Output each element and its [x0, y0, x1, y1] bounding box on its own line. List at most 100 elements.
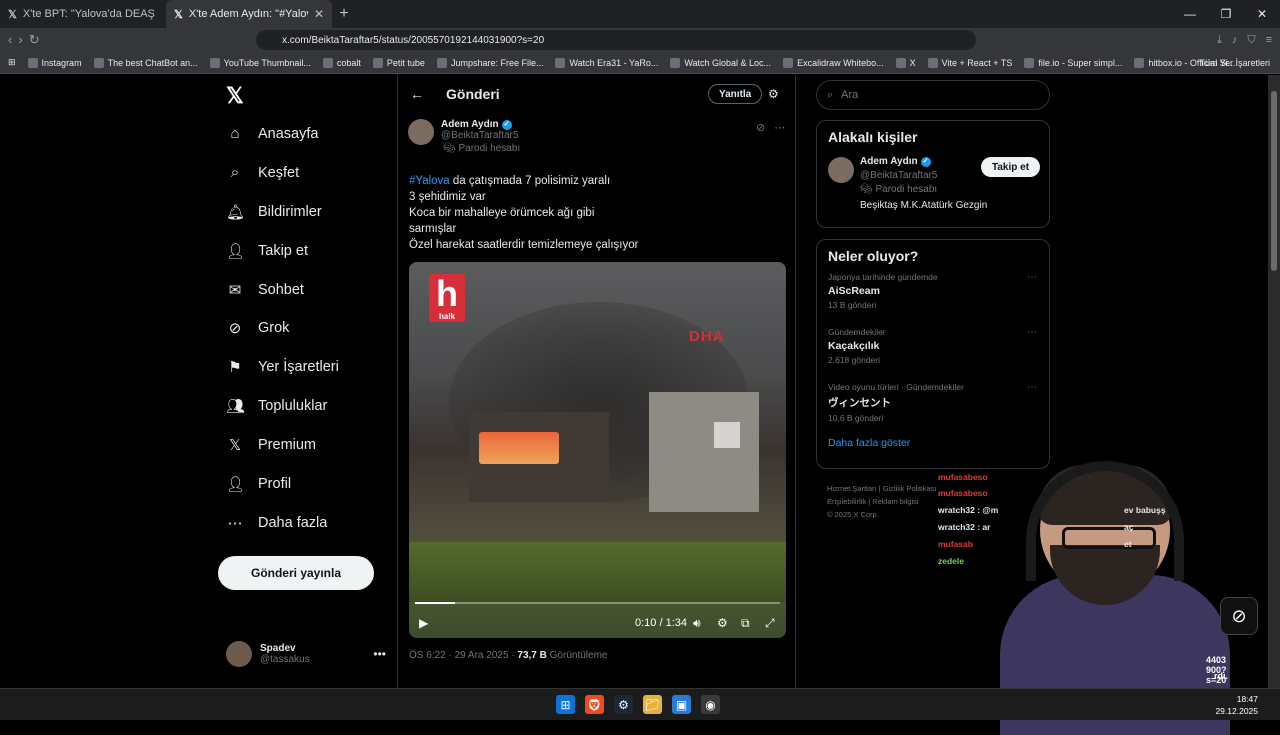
footer-link[interactable]: Erişilebilirlik — [827, 497, 866, 506]
fullscreen-icon[interactable]: ⤢ — [765, 616, 775, 631]
bookmark-item[interactable]: X — [895, 57, 916, 68]
music-icon[interactable]: ♪ — [1232, 34, 1238, 47]
page-title: Gönderi — [446, 86, 500, 102]
close-tab-icon[interactable]: ✕ — [314, 7, 324, 21]
pip-icon[interactable]: ⧉ — [741, 616, 750, 631]
brave-browser-icon[interactable]: 🦁︎ — [585, 695, 604, 714]
browser-nav: ‹ › ↻ — [0, 32, 250, 48]
follow-button[interactable]: Takip et — [981, 157, 1041, 177]
bookmark-item[interactable]: cobalt — [322, 57, 361, 68]
settings-icon[interactable]: ⚙ — [717, 616, 728, 630]
account-switcher[interactable]: Spadev @tassakus ••• — [226, 641, 386, 667]
file-explorer-icon[interactable]: 📁︎ — [643, 695, 662, 714]
video-progress-fill — [415, 602, 456, 604]
bookmark-item[interactable]: Petit tube — [372, 57, 425, 68]
bookmark-item[interactable]: Instagram — [27, 57, 82, 68]
bookmark-item[interactable]: file.io - Super simpl... — [1024, 57, 1122, 68]
nav-more[interactable]: ⋯ Daha fazla — [226, 514, 328, 532]
nav-profile[interactable]: 👤︎ Profil — [226, 475, 291, 493]
more-icon[interactable]: ⋯ — [1027, 327, 1037, 338]
author-name[interactable]: Adem Aydın ✓ — [441, 119, 520, 130]
avatar — [226, 641, 252, 667]
profile-icon: 👤︎ — [226, 476, 246, 493]
new-tab-button[interactable]: + — [332, 5, 356, 23]
grok-icon[interactable]: ⊘ — [756, 121, 765, 134]
related-title: Alakalı kişiler — [828, 129, 918, 145]
nav-bookmarks[interactable]: ⚑ Yer İşaretleri — [226, 358, 339, 376]
control-panel-icon[interactable]: ▣ — [672, 695, 691, 714]
avatar — [828, 157, 854, 183]
bookmark-item[interactable]: The best ChatBot an... — [93, 57, 198, 68]
trends-title: Neler oluyor? — [828, 248, 919, 264]
tab-title: X'te Adem Aydın: "#Yalova da ça — [188, 8, 308, 20]
bookmark-item[interactable]: Watch Era31 - YaRo... — [555, 57, 658, 68]
close-window-button[interactable]: ✕ — [1244, 0, 1280, 28]
trend-item[interactable]: Gündemdekiler Kaçakçılık 2.618 gönderi ⋯ — [817, 327, 1049, 382]
stream-overlay: mufasabeso mufasabeso wratch32 : @m wrat… — [930, 455, 1258, 735]
nav-premium[interactable]: 𝕏 Premium — [226, 436, 316, 454]
footer-link[interactable]: Hizmet Şartları — [827, 484, 877, 493]
browser-tab-2[interactable]: 𝕏 X'te Adem Aydın: "#Yalova da ça ✕ — [166, 0, 332, 28]
bookmark-item[interactable]: YouTube Thumbnail... — [209, 57, 311, 68]
mask-icon: 🎭︎ — [860, 184, 876, 195]
nav-chat[interactable]: ✉ Sohbet — [226, 281, 304, 299]
back-arrow-icon[interactable]: ← — [410, 86, 424, 102]
nav-communities[interactable]: 👥︎ Topluluklar — [226, 397, 327, 415]
steam-icon[interactable]: ⚙ — [614, 695, 633, 714]
back-icon[interactable]: ‹ — [8, 32, 12, 48]
parody-label: 🎭︎ Parodi hesabı — [443, 143, 521, 154]
shield-icon[interactable]: ⛉ — [1247, 34, 1255, 47]
minimize-button[interactable]: — — [1172, 0, 1208, 28]
video-player[interactable]: h halk DHA ▶ 0:10 / 1:34 🔊︎ ⚙ ⧉ ⤢ — [409, 262, 786, 638]
show-more-link[interactable]: Daha fazla göster — [817, 437, 1049, 449]
download-icon[interactable]: ⤓ — [1217, 34, 1222, 47]
bookmark-item[interactable]: Vite + React + TS — [927, 57, 1012, 68]
more-icon[interactable]: ⋯ — [1027, 272, 1037, 283]
footer-link[interactable]: Reklam bilgisi — [872, 497, 918, 506]
bookmark-item[interactable]: Jumpshare: Free File... — [436, 57, 543, 68]
volume-icon[interactable]: 🔊︎ — [693, 616, 701, 631]
nav-notifications[interactable]: 🔔︎ Bildirimler — [226, 203, 322, 221]
all-bookmarks[interactable]: Tüm Yer İşaretleri — [1199, 58, 1270, 68]
forward-icon[interactable]: › — [18, 32, 22, 48]
related-bio: Beşiktaş M.K.Atatürk Gezgin — [860, 200, 988, 211]
related-person[interactable]: Adem Aydın ✓ @BeiktaTaraftar5 🎭︎ Parodi h… — [817, 153, 1049, 217]
windows-start-icon[interactable]: ⊞ — [556, 695, 575, 714]
scrollbar[interactable] — [1268, 75, 1280, 688]
x-logo-icon[interactable]: 𝕏 — [226, 83, 244, 109]
grok-icon[interactable]: ⊘ — [1220, 597, 1258, 635]
browser-tab-1[interactable]: 𝕏 X'te BPT: "Yalova'da DEAŞ operasyon" — [0, 0, 166, 28]
nav-home[interactable]: ⌂ Anasayfa — [226, 125, 318, 142]
author-avatar[interactable] — [408, 119, 434, 145]
more-icon[interactable]: ••• — [373, 647, 386, 661]
nav-follow[interactable]: 👤︎ Takip et — [226, 242, 308, 260]
maximize-button[interactable]: ❐ — [1208, 0, 1244, 28]
chat-line: mufasab — [938, 539, 973, 549]
chat-line: aç — [1124, 522, 1134, 532]
play-icon[interactable]: ▶ — [419, 616, 428, 630]
video-progress-bar[interactable] — [415, 602, 780, 604]
trend-item[interactable]: Video oyunu türleri · Gündemdekiler ヴィンセ… — [817, 382, 1049, 437]
footer-link[interactable]: Gizlilik Politikası — [883, 484, 937, 493]
apps-icon[interactable]: ⊞ — [8, 57, 16, 68]
nav-explore[interactable]: ⌕ Keşfet — [226, 164, 299, 181]
reload-icon[interactable]: ↻ — [29, 32, 40, 48]
reply-button[interactable]: Yanıtla — [708, 84, 763, 104]
more-icon[interactable]: ⋯ — [774, 121, 785, 134]
bookmark-item[interactable]: Watch Global & Loc... — [670, 57, 771, 68]
trend-item[interactable]: Japonya tarihinde gündemde AiScReam 13 B… — [817, 272, 1049, 327]
bookmark-item[interactable]: Excalidraw Whitebo... — [783, 57, 884, 68]
tweet-text: #Yalova da çatışmada 7 polisimiz yaralı … — [409, 175, 639, 251]
post-button[interactable]: Gönderi yayınla — [218, 556, 374, 590]
scrollbar-thumb[interactable] — [1271, 91, 1277, 271]
url-field[interactable]: x.com/BeiktaTaraftar5/status/20055701921… — [256, 30, 976, 50]
more-icon[interactable]: ⋯ — [1027, 382, 1037, 393]
hashtag-link[interactable]: #Yalova — [409, 175, 450, 187]
search-input[interactable]: ⌕ Ara — [816, 80, 1050, 110]
settings-sliders-icon[interactable]: ⚙ — [768, 87, 779, 101]
obs-icon[interactable]: ◉ — [701, 695, 720, 714]
author-handle[interactable]: @BeiktaTaraftar5 — [441, 130, 520, 141]
nav-grok[interactable]: ⊘ Grok — [226, 319, 290, 337]
menu-icon[interactable]: ≡ — [1266, 34, 1272, 47]
chat-line: wratch32 : ar — [938, 522, 991, 532]
